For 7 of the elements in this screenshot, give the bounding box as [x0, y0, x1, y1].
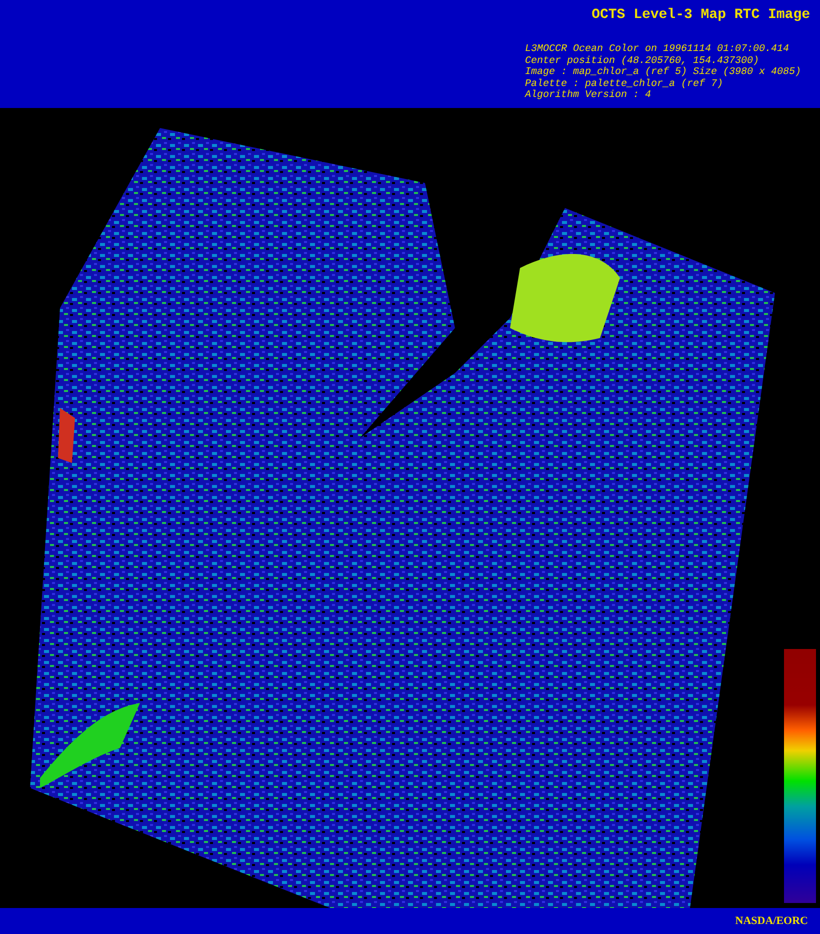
- info-line: Algorithm Version : 4: [525, 90, 652, 102]
- credit-text: NASDA/EORC: [735, 915, 808, 927]
- info-line: Palette : palette_chlor_a (ref 7): [525, 78, 724, 90]
- info-line: L3MOCCR Ocean Color on 19961114 01:07:00.414: [525, 44, 790, 56]
- info-line: Center position (48.205760, 154.437300): [525, 56, 760, 66]
- info-line: Image : map_chlor_a (ref 5) Size (3980 x 4085): [525, 67, 802, 78]
- image-title: OCTS Level-3 Map RTC Image: [592, 6, 810, 24]
